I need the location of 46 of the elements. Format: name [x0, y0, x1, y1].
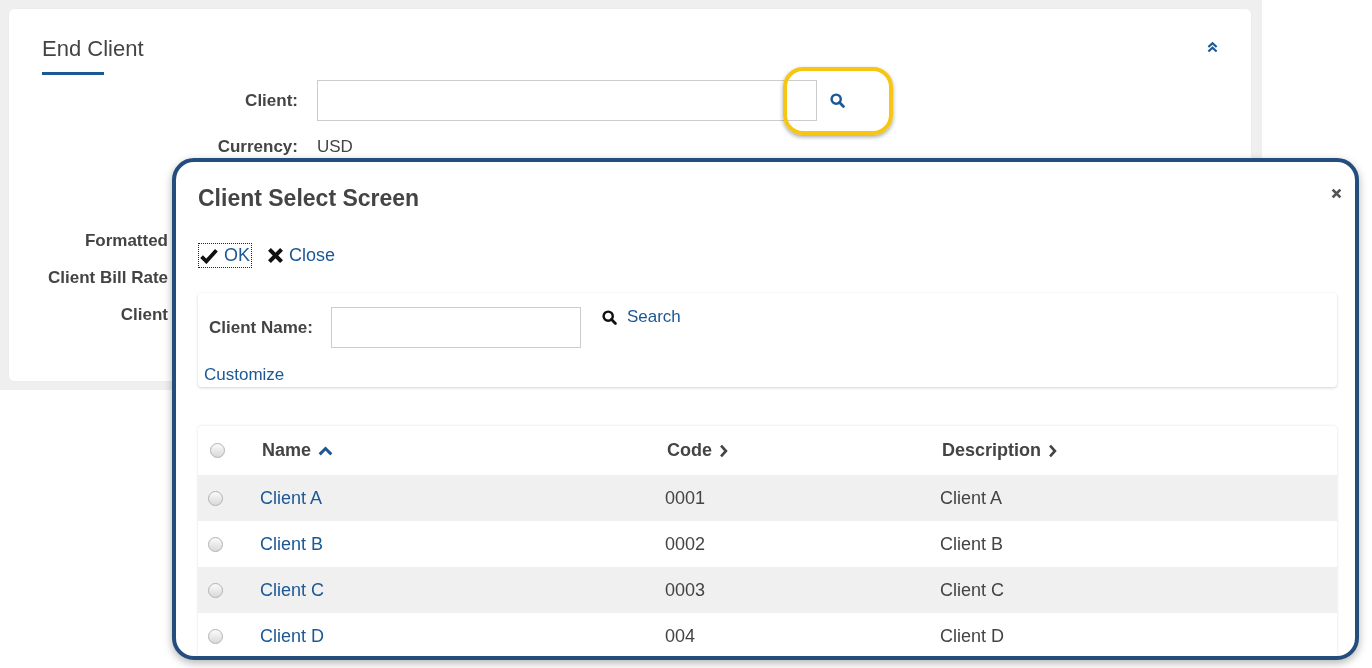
table-row[interactable]: Client B 0002 Client B — [198, 521, 1337, 567]
dialog-title: Client Select Screen — [198, 184, 421, 213]
column-header[interactable]: Code — [667, 440, 728, 461]
client-code: 0002 — [665, 533, 706, 554]
close-icon — [267, 247, 284, 264]
table-row[interactable]: Client A 0001 Client A — [198, 475, 1337, 521]
field-label: Client — [119, 304, 168, 326]
client-name-link[interactable]: Client D — [260, 625, 325, 646]
client-description: Client D — [940, 625, 1005, 646]
table-row[interactable]: Client C 0003 Client C — [198, 567, 1337, 613]
close-button[interactable]: Close — [266, 243, 338, 268]
field-label: Formatted — [83, 230, 168, 252]
client-name-link[interactable]: Client B — [260, 533, 324, 554]
check-icon — [199, 247, 219, 264]
client-name-link[interactable]: Client A — [260, 487, 323, 508]
currency-value: USD — [317, 136, 353, 156]
field-label: Client Bill Rate — [47, 267, 168, 289]
client-code: 0001 — [665, 487, 706, 508]
client-code: 0003 — [665, 579, 706, 600]
close-icon[interactable] — [1331, 188, 1342, 199]
client-code: 004 — [665, 625, 696, 646]
customize-link[interactable]: Customize — [204, 364, 285, 386]
select-all-radio[interactable] — [210, 443, 225, 458]
radio-button[interactable] — [208, 582, 223, 598]
client-name-input[interactable] — [330, 307, 581, 348]
field-label: Currency: — [216, 136, 298, 156]
field-label: Client Name: — [209, 317, 313, 339]
column-header[interactable]: Description — [942, 440, 1058, 461]
client-input[interactable] — [317, 80, 817, 121]
collapse-icon[interactable] — [1207, 41, 1218, 53]
search-icon[interactable] — [830, 93, 845, 108]
radio-button[interactable] — [208, 628, 223, 644]
client-description: Client C — [940, 579, 1005, 600]
search-icon — [601, 309, 617, 325]
search-button[interactable]: Search — [601, 306, 681, 328]
client-name-link[interactable]: Client C — [260, 579, 325, 600]
client-description: Client B — [940, 533, 1004, 554]
radio-button[interactable] — [208, 490, 223, 506]
table-row[interactable]: Client D 004 Client D — [198, 613, 1337, 656]
client-description: Client A — [940, 487, 1003, 508]
radio-button[interactable] — [208, 536, 223, 552]
field-label: Client: — [244, 91, 298, 110]
ok-button[interactable]: OK — [198, 243, 252, 268]
section-title: End Client — [42, 35, 144, 63]
column-header[interactable]: Name — [262, 440, 334, 461]
title-underline — [42, 72, 104, 75]
